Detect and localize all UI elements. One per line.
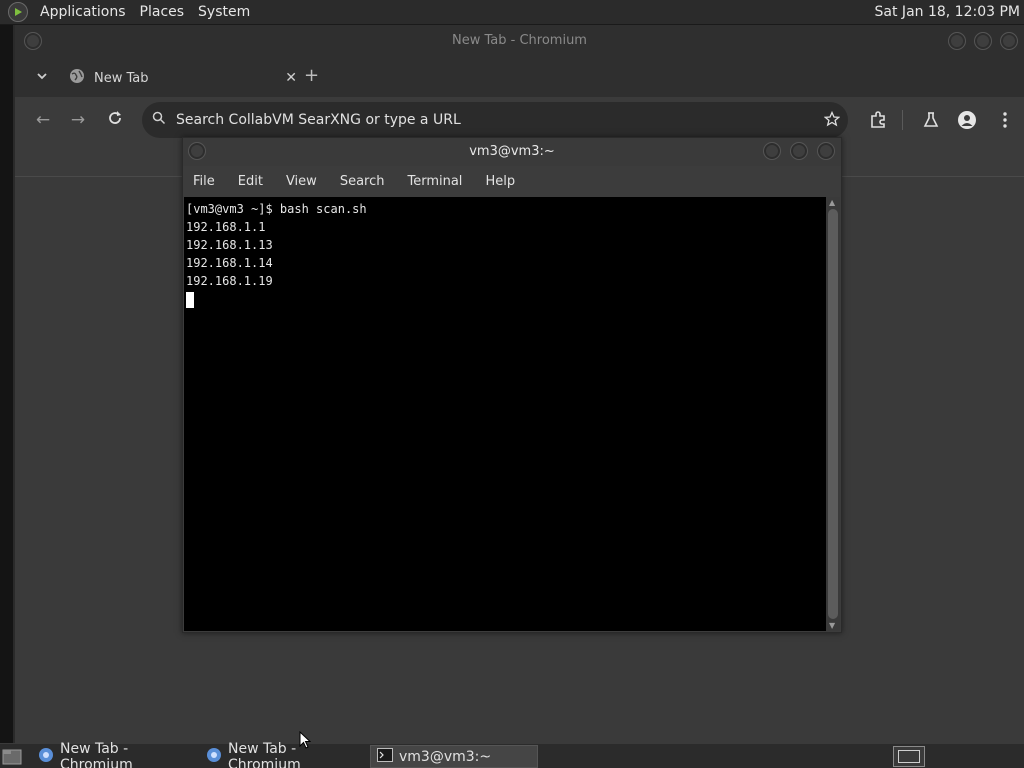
terminal-scrollbar[interactable]: ▲ ▼ xyxy=(826,197,840,631)
terminal-icon xyxy=(377,747,393,766)
terminal-cursor xyxy=(186,291,194,308)
taskbar-item-terminal[interactable]: vm3@vm3:~ xyxy=(370,745,538,768)
menu-search[interactable]: Search xyxy=(340,174,385,189)
terminal-window: vm3@vm3:~ File Edit View Search Terminal… xyxy=(182,137,842,633)
menu-help[interactable]: Help xyxy=(485,174,515,189)
left-edge xyxy=(0,25,13,743)
menu-file[interactable]: File xyxy=(193,174,215,189)
terminal-output[interactable]: [vm3@vm3 ~]$ bash scan.sh 192.168.1.1 192.… xyxy=(184,197,826,631)
taskbar-item-chromium-2[interactable]: New Tab - Chromium xyxy=(200,741,366,768)
terminal-window-title: vm3@vm3:~ xyxy=(469,144,555,159)
terminal-line: 192.168.1.13 xyxy=(186,238,273,252)
close-window-button[interactable] xyxy=(1000,32,1018,50)
omnibox[interactable]: Search CollabVM SearXNG or type a URL xyxy=(142,102,848,138)
terminal-menubar: File Edit View Search Terminal Help xyxy=(183,166,841,196)
chromium-titlebar[interactable]: New Tab - Chromium xyxy=(15,25,1024,57)
menu-terminal[interactable]: Terminal xyxy=(407,174,462,189)
menu-edit[interactable]: Edit xyxy=(238,174,263,189)
terminal-line: 192.168.1.19 xyxy=(186,274,273,288)
tab-title: New Tab xyxy=(94,70,149,86)
scrollbar-thumb[interactable] xyxy=(828,209,838,619)
terminal-line: [vm3@vm3 ~]$ bash scan.sh xyxy=(186,202,367,216)
window-menu-button[interactable] xyxy=(24,32,42,50)
back-icon[interactable]: ← xyxy=(33,110,53,130)
tab-strip: New Tab ✕ + xyxy=(15,57,1024,97)
top-panel: Applications Places System Sat Jan 18, 1… xyxy=(0,0,1024,25)
applications-menu[interactable]: Applications xyxy=(33,4,133,20)
terminal-titlebar[interactable]: vm3@vm3:~ xyxy=(183,138,841,166)
close-icon[interactable]: ✕ xyxy=(285,70,297,86)
workspace-switcher[interactable] xyxy=(893,746,925,767)
tab-new-tab[interactable]: New Tab ✕ xyxy=(59,61,303,95)
search-icon xyxy=(152,111,166,129)
labs-icon[interactable] xyxy=(921,110,941,130)
menu-view[interactable]: View xyxy=(286,174,317,189)
chromium-window-title: New Tab - Chromium xyxy=(452,33,587,48)
tab-dropdown-icon[interactable] xyxy=(35,68,49,82)
chromium-icon xyxy=(206,747,222,767)
terminal-close-button[interactable] xyxy=(817,142,835,160)
taskbar-item-label: New Tab - Chromium xyxy=(60,740,133,768)
taskbar-item-chromium-1[interactable]: New Tab - Chromium xyxy=(32,741,198,768)
clock[interactable]: Sat Jan 18, 12:03 PM xyxy=(875,4,1020,20)
taskbar-item-label: New Tab - Chromium xyxy=(228,740,301,768)
forward-icon[interactable]: → xyxy=(68,110,88,130)
workspace-1[interactable] xyxy=(898,750,920,763)
scroll-up-icon[interactable]: ▲ xyxy=(829,198,835,207)
chromium-icon xyxy=(38,747,54,767)
places-menu[interactable]: Places xyxy=(133,4,192,20)
terminal-maximize-button[interactable] xyxy=(790,142,808,160)
applications-menu-icon[interactable] xyxy=(8,2,28,22)
globe-icon xyxy=(69,68,85,88)
terminal-window-menu-button[interactable] xyxy=(188,142,206,160)
show-desktop-icon[interactable] xyxy=(2,747,22,766)
omnibox-placeholder: Search CollabVM SearXNG or type a URL xyxy=(176,112,461,128)
terminal-minimize-button[interactable] xyxy=(763,142,781,160)
terminal-line: 192.168.1.14 xyxy=(186,256,273,270)
mouse-pointer-icon xyxy=(299,731,311,749)
taskbar: New Tab - Chromium New Tab - Chromium vm… xyxy=(0,741,1024,768)
star-icon[interactable] xyxy=(823,110,841,131)
minimize-button[interactable] xyxy=(948,32,966,50)
maximize-button[interactable] xyxy=(974,32,992,50)
toolbar-divider xyxy=(902,110,903,130)
system-menu[interactable]: System xyxy=(191,4,257,20)
taskbar-item-label: vm3@vm3:~ xyxy=(399,748,492,765)
terminal-line: 192.168.1.1 xyxy=(186,220,266,234)
reload-icon[interactable] xyxy=(105,110,125,130)
profile-icon[interactable] xyxy=(957,110,977,130)
extensions-icon[interactable] xyxy=(868,110,888,130)
plus-icon[interactable]: + xyxy=(304,65,319,86)
scroll-down-icon[interactable]: ▼ xyxy=(829,621,835,630)
kebab-menu-icon[interactable] xyxy=(995,110,1015,130)
